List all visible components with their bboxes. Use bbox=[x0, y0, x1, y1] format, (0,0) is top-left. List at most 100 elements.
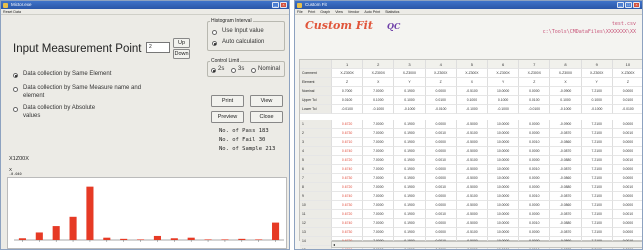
grid-cell[interactable]: 0.0010 bbox=[612, 183, 642, 192]
grid-cell[interactable]: Z bbox=[519, 78, 551, 87]
grid-cell[interactable]: 0.1900 bbox=[394, 138, 426, 147]
grid-cell[interactable]: 7.2100 bbox=[581, 165, 613, 174]
grid-cell[interactable]: -0.0870 bbox=[550, 192, 582, 201]
grid-cell[interactable]: 0.0000 bbox=[612, 174, 642, 183]
grid-cell[interactable]: Z bbox=[332, 78, 364, 87]
grid-cell[interactable]: -0.0100 bbox=[425, 105, 457, 114]
grid-cell[interactable]: 0.0000 bbox=[425, 138, 457, 147]
minimize-icon[interactable]: _ bbox=[617, 2, 624, 8]
grid-cell[interactable]: 0.1000 bbox=[394, 96, 426, 105]
grid-cell[interactable]: 7.0000 bbox=[363, 120, 395, 129]
measurement-point-input[interactable]: 2 bbox=[146, 42, 170, 53]
grid-cell[interactable]: 0.0010 bbox=[519, 192, 551, 201]
grid-cell[interactable]: -0.0860 bbox=[550, 138, 582, 147]
preview-button[interactable]: Preview bbox=[211, 111, 244, 123]
grid-cell[interactable]: 0.0000 bbox=[519, 210, 551, 219]
grid-cell[interactable]: -0.5100 bbox=[456, 156, 488, 165]
grid-cell[interactable]: -0.5000 bbox=[456, 165, 488, 174]
grid-cell[interactable]: -0.5000 bbox=[456, 219, 488, 228]
grid-cell[interactable]: 0.0010 bbox=[612, 129, 642, 138]
grid-cell[interactable]: 0.0000 bbox=[612, 228, 642, 237]
grid-cell[interactable]: -0.5000 bbox=[456, 210, 488, 219]
grid-cell[interactable]: 10.0000 bbox=[488, 219, 520, 228]
grid-cell[interactable]: 0.6740 bbox=[332, 192, 364, 201]
row-header[interactable] bbox=[300, 60, 332, 69]
grid-cell[interactable]: 7.2100 bbox=[581, 120, 613, 129]
grid-cell[interactable]: 0.0000 bbox=[612, 219, 642, 228]
row-header[interactable]: Lower Tol bbox=[300, 105, 332, 114]
grid-cell[interactable]: -0.5100 bbox=[456, 228, 488, 237]
row-header[interactable]: 11 bbox=[300, 210, 332, 219]
row-header[interactable]: Nominal bbox=[300, 87, 332, 96]
down-button[interactable]: Down bbox=[173, 49, 190, 59]
grid-cell[interactable]: 0.1000 bbox=[456, 96, 488, 105]
scroll-left-icon[interactable]: ◂ bbox=[333, 242, 335, 248]
row-header[interactable]: 7 bbox=[300, 174, 332, 183]
grid-cell[interactable]: -0.5100 bbox=[456, 192, 488, 201]
grid-cell[interactable]: 0.6710 bbox=[332, 138, 364, 147]
grid-cell[interactable]: X-Z300X bbox=[456, 69, 488, 78]
grid-cell[interactable]: Y bbox=[488, 78, 520, 87]
row-header[interactable]: 10 bbox=[300, 201, 332, 210]
grid-cell[interactable]: -0.0880 bbox=[550, 183, 582, 192]
grid-cell[interactable]: 10.0000 bbox=[488, 87, 520, 96]
grid-cell[interactable]: Z bbox=[425, 78, 457, 87]
grid-cell[interactable]: 7.0000 bbox=[363, 129, 395, 138]
close-button[interactable]: Close bbox=[250, 111, 283, 123]
row-header[interactable]: Comment bbox=[300, 69, 332, 78]
menu-item-vendor[interactable]: Vendor bbox=[348, 10, 359, 14]
grid-cell[interactable]: 0.0000 bbox=[612, 192, 642, 201]
grid-cell[interactable]: -0.5000 bbox=[456, 147, 488, 156]
minimize-icon[interactable]: _ bbox=[272, 2, 279, 8]
grid-cell[interactable]: 0.1000 bbox=[550, 96, 582, 105]
view-button[interactable]: View bbox=[250, 95, 283, 107]
grid-cell[interactable]: 10.0000 bbox=[488, 192, 520, 201]
grid-cell[interactable]: 0.1900 bbox=[394, 129, 426, 138]
grid-cell[interactable]: 0.1900 bbox=[394, 120, 426, 129]
grid-cell[interactable]: -0.5000 bbox=[456, 174, 488, 183]
grid-cell[interactable]: X bbox=[456, 78, 488, 87]
grid-cell[interactable]: -0.0900 bbox=[550, 87, 582, 96]
grid-cell[interactable]: X-Z300X bbox=[612, 69, 642, 78]
grid-cell[interactable]: 7.2100 bbox=[581, 210, 613, 219]
row-header[interactable]: 1 bbox=[300, 120, 332, 129]
grid-cell[interactable]: 10.0000 bbox=[488, 120, 520, 129]
grid-cell[interactable]: X-Z300X bbox=[363, 69, 395, 78]
column-header[interactable]: 3 bbox=[394, 60, 426, 69]
grid-cell[interactable]: 0.0000 bbox=[612, 138, 642, 147]
grid-cell[interactable]: -0.5000 bbox=[456, 201, 488, 210]
grid-cell[interactable]: 10.0000 bbox=[488, 165, 520, 174]
row-header[interactable]: 15 bbox=[300, 246, 332, 249]
grid-cell[interactable]: 0.1900 bbox=[394, 165, 426, 174]
grid-cell[interactable]: -0.0880 bbox=[550, 156, 582, 165]
grid-cell[interactable]: 0.1900 bbox=[394, 147, 426, 156]
grid-cell[interactable]: 0.0010 bbox=[425, 210, 457, 219]
grid-cell[interactable]: -0.0870 bbox=[550, 129, 582, 138]
grid-cell[interactable]: 0.0000 bbox=[425, 147, 457, 156]
grid-cell[interactable]: 0.0000 bbox=[612, 201, 642, 210]
grid-cell[interactable]: -0.5000 bbox=[456, 120, 488, 129]
grid-cell[interactable]: -0.0860 bbox=[550, 201, 582, 210]
grid-cell[interactable]: 7.0000 bbox=[363, 87, 395, 96]
grid-cell[interactable]: -0.1000 bbox=[363, 105, 395, 114]
grid-cell[interactable]: 0.0000 bbox=[519, 129, 551, 138]
grid-cell[interactable]: 7.0000 bbox=[363, 219, 395, 228]
grid-cell[interactable]: 0.0000 bbox=[612, 120, 642, 129]
grid-cell[interactable]: -0.0870 bbox=[550, 147, 582, 156]
grid-cell[interactable]: 0.0010 bbox=[612, 210, 642, 219]
grid-cell[interactable]: 0.0010 bbox=[425, 129, 457, 138]
grid-cell[interactable]: 0.6740 bbox=[332, 147, 364, 156]
row-header[interactable]: 14 bbox=[300, 237, 332, 246]
grid-cell[interactable]: 0.1900 bbox=[394, 183, 426, 192]
row-header[interactable]: 4 bbox=[300, 147, 332, 156]
row-header[interactable]: Upper Tol bbox=[300, 96, 332, 105]
grid-cell[interactable]: 0.0000 bbox=[519, 147, 551, 156]
close-icon[interactable]: × bbox=[633, 2, 640, 8]
grid-cell[interactable]: 0.1000 bbox=[363, 96, 395, 105]
grid-cell[interactable]: 7.0000 bbox=[363, 165, 395, 174]
close-icon[interactable]: × bbox=[280, 2, 287, 8]
grid-cell[interactable]: 0.6730 bbox=[332, 201, 364, 210]
grid-cell[interactable]: 0.0000 bbox=[519, 183, 551, 192]
maximize-icon[interactable]: □ bbox=[625, 2, 632, 8]
grid-cell[interactable]: 0.0000 bbox=[425, 120, 457, 129]
